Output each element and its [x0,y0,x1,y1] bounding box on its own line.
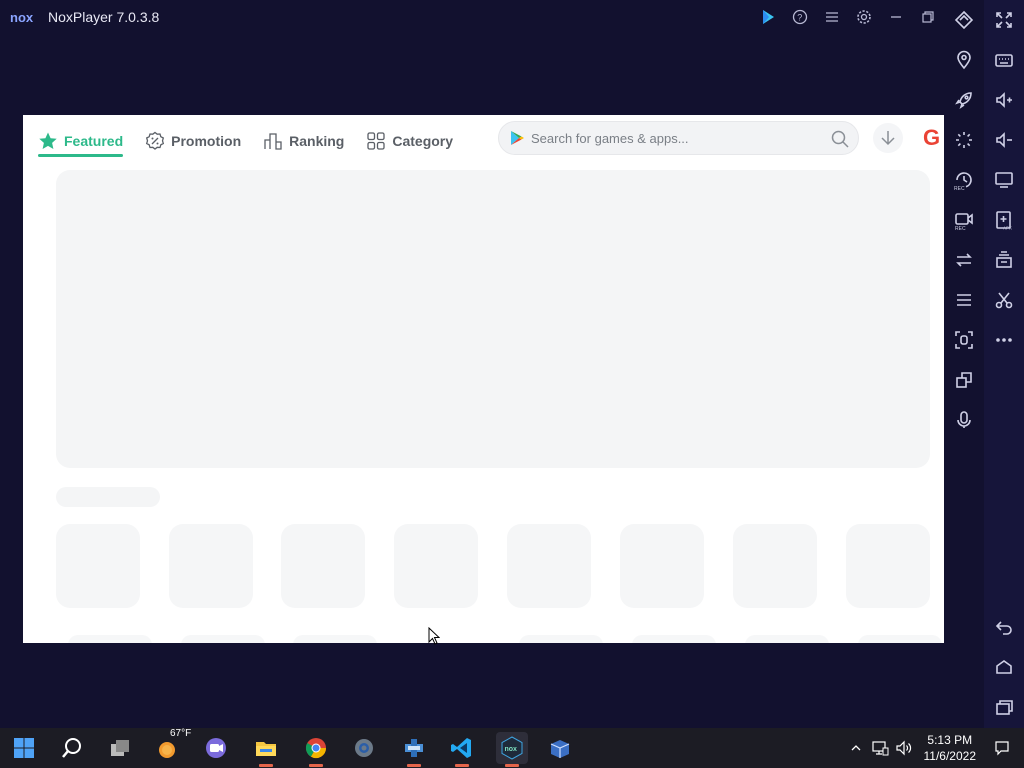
weather-temperature: 67°F [170,728,192,739]
volume-icon[interactable] [892,728,916,768]
tab-label: Promotion [171,133,242,149]
svg-text:nox: nox [505,746,518,753]
app-tile-placeholder[interactable] [169,524,253,608]
app-name-placeholder [632,635,716,643]
search-box[interactable] [498,121,859,155]
app-tile-placeholder[interactable] [846,524,930,608]
tab-label: Featured [64,133,124,149]
sync-icon[interactable] [944,240,984,280]
fullscreen-icon[interactable] [984,0,1024,40]
ranking-icon [264,133,282,150]
app-tile-placeholder[interactable] [620,524,704,608]
settings-icon[interactable] [848,0,880,34]
svg-text:APK: APK [1003,226,1012,231]
loading-icon[interactable] [944,120,984,160]
teams-chat-icon[interactable] [200,732,232,764]
star-icon [39,132,57,149]
record-macro-icon[interactable]: REC [944,160,984,200]
help-icon[interactable]: ? [784,0,816,34]
menu-icon[interactable] [944,280,984,320]
volume-down-icon[interactable] [984,120,1024,160]
svg-text:REC: REC [954,186,965,190]
app-name-placeholder [519,635,603,643]
multi-instance-icon[interactable] [944,360,984,400]
volume-up-icon[interactable] [984,80,1024,120]
task-view-icon[interactable] [104,732,136,764]
app-icon[interactable] [398,732,430,767]
emulator-screen: Featured Promotion Ranking Category G [23,115,944,643]
svg-text:nox: nox [10,10,34,24]
add-apk-icon[interactable]: APK [984,200,1024,240]
app-name-placeholder [181,635,265,643]
title-bar: nox NoxPlayer 7.0.3.8 ? [0,0,944,34]
home-icon[interactable] [984,647,1024,687]
location-icon[interactable] [944,40,984,80]
app-tile-placeholder[interactable] [56,524,140,608]
chevron-up-icon[interactable] [844,728,868,768]
notification-icon[interactable] [990,728,1014,768]
rotate-icon[interactable] [944,0,984,40]
nox-logo: nox [10,10,34,24]
tab-label: Category [392,133,454,149]
screenshot-icon[interactable] [944,320,984,360]
app-title: NoxPlayer 7.0.3.8 [48,9,160,25]
app-name-placeholder [68,635,152,643]
app-tile-placeholder[interactable] [507,524,591,608]
grid-icon [367,132,386,150]
windows-start-icon[interactable] [8,732,40,764]
discount-icon [146,131,165,150]
app-name-placeholder [745,635,829,643]
more-icon[interactable] [984,320,1024,360]
windows-taskbar: 67°F nox 5:13 PM 11/6/2022 [0,728,1024,768]
clock-time: 5:13 PM [927,733,973,747]
shared-folder-icon[interactable] [984,240,1024,280]
clock[interactable]: 5:13 PM 11/6/2022 [924,732,977,764]
rocket-icon[interactable] [944,80,984,120]
download-button[interactable] [873,123,903,153]
app-name-placeholder [293,635,377,643]
tab-category[interactable]: Category [366,127,453,155]
file-explorer-icon[interactable] [250,732,282,767]
svg-text:REC: REC [955,226,966,230]
vscode-icon[interactable] [446,732,478,767]
recent-apps-icon[interactable] [984,687,1024,727]
tab-ranking[interactable]: Ranking [263,127,344,155]
restore-icon[interactable] [912,0,944,34]
play-store-icon [511,131,524,145]
search-icon[interactable] [56,732,88,764]
cut-icon[interactable] [984,280,1024,320]
app-tile-placeholder[interactable] [733,524,817,608]
keyboard-icon[interactable] [984,40,1024,80]
microphone-icon[interactable] [944,400,984,440]
tab-promotion[interactable]: Promotion [145,127,241,155]
app-box-icon[interactable] [544,732,576,764]
google-account-button[interactable]: G [923,125,940,151]
chrome-icon[interactable] [300,732,332,767]
app-name-placeholder [858,635,942,643]
tab-featured[interactable]: Featured [38,127,124,157]
clock-date: 11/6/2022 [923,749,977,763]
tab-label: Ranking [289,133,345,149]
menu-icon[interactable] [816,0,848,34]
download-icon [881,131,895,146]
network-icon[interactable] [868,728,892,768]
display-icon[interactable] [984,160,1024,200]
video-record-icon[interactable]: REC [944,200,984,240]
store-tabs: Featured Promotion Ranking Category [38,127,475,157]
minimize-icon[interactable] [880,0,912,34]
search-icon[interactable] [830,129,850,149]
system-tray: 5:13 PM 11/6/2022 [844,728,1024,768]
app-tile-placeholder[interactable] [394,524,478,608]
mouse-cursor-icon [428,627,440,645]
noxplayer-icon[interactable]: nox [496,732,528,767]
nox-sidebar: REC REC APK [944,0,1024,728]
play-store-icon[interactable] [752,0,784,34]
banner-placeholder [56,170,930,468]
svg-text:?: ? [797,13,802,23]
section-title-placeholder [56,487,160,507]
settings-icon[interactable] [348,732,380,764]
app-tile-placeholder[interactable] [281,524,365,608]
back-icon[interactable] [984,607,1024,647]
search-input[interactable] [531,130,821,146]
